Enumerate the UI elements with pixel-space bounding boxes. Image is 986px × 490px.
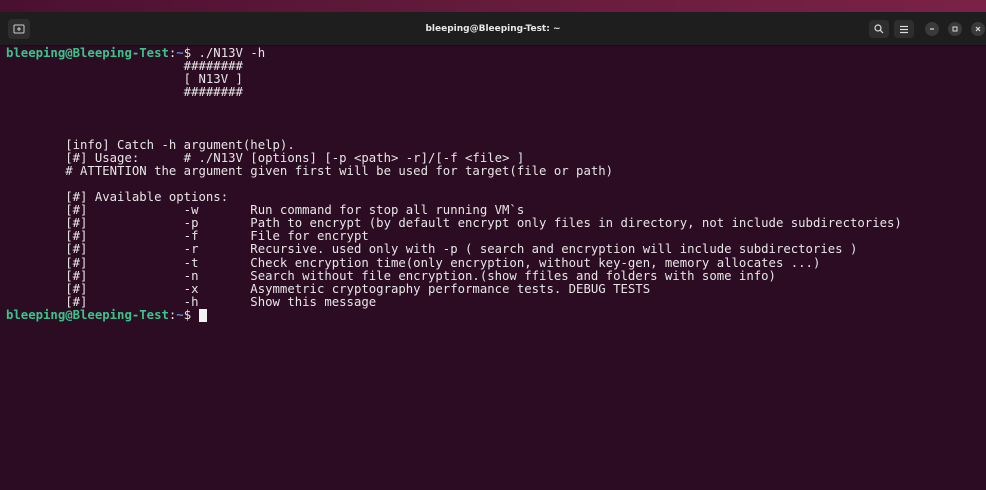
text-cursor — [198, 308, 207, 322]
new-tab-button[interactable] — [8, 19, 30, 39]
info-line: [info] Catch -h argument(help). — [6, 137, 295, 152]
option-line: [#] -x Asymmetric cryptography performan… — [6, 281, 651, 296]
option-line: [#] -r Recursive. used only with -p ( se… — [6, 242, 858, 257]
banner-line: ######## — [6, 85, 243, 100]
close-button[interactable] — [971, 22, 985, 36]
option-line: [#] -n Search without file encryption.(s… — [6, 268, 776, 283]
prompt-symbol: $ — [183, 46, 199, 60]
new-tab-icon — [13, 24, 25, 34]
window-title: bleeping@Bleeping-Test: ~ — [425, 24, 561, 34]
prompt-user-host: bleeping@Bleeping-Test — [6, 46, 169, 60]
entered-command: ./N13V -h — [198, 46, 266, 60]
prompt-symbol: $ — [183, 307, 199, 322]
terminal-window: bleeping@Bleeping-Test: ~ bleeping@Bleep… — [0, 0, 986, 490]
usage-line: [#] Usage: # ./N13V [options] [-p <path>… — [6, 150, 525, 165]
desktop-background-strip — [0, 0, 986, 12]
prompt-user-host: bleeping@Bleeping-Test — [6, 307, 169, 322]
option-line: [#] -t Check encryption time(only encryp… — [6, 255, 821, 270]
minimize-icon — [930, 28, 934, 30]
menu-button[interactable] — [894, 20, 914, 38]
search-icon — [874, 24, 884, 34]
prompt-path: ~ — [176, 46, 184, 60]
attention-line: # ATTENTION the argument given first wil… — [6, 163, 614, 178]
title-bar[interactable]: bleeping@Bleeping-Test: ~ — [0, 12, 986, 46]
maximize-icon — [952, 26, 958, 32]
terminal-output[interactable]: bleeping@Bleeping-Test:~$ ./N13V -h ####… — [0, 46, 986, 490]
search-button[interactable] — [869, 20, 889, 38]
hamburger-menu-icon — [900, 25, 908, 33]
maximize-button[interactable] — [948, 22, 962, 36]
close-icon — [975, 26, 981, 32]
prompt-path: ~ — [176, 307, 184, 322]
active-prompt-line[interactable]: bleeping@Bleeping-Test:~$ — [6, 307, 986, 322]
minimize-button[interactable] — [925, 22, 939, 36]
